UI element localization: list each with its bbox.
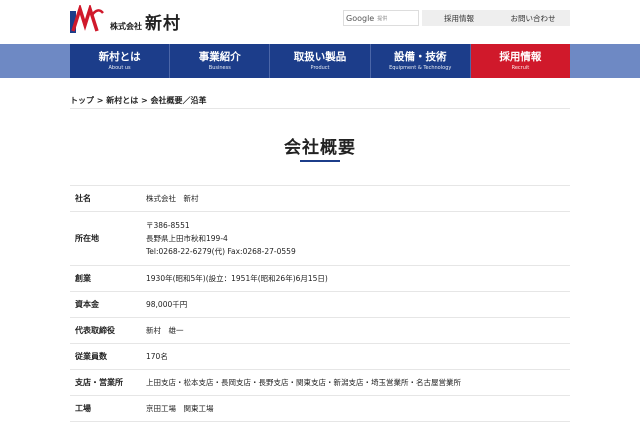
nav-sublabel: Equipment & Technology bbox=[389, 64, 452, 71]
nav-item-product[interactable]: 取扱い製品 Product bbox=[270, 44, 371, 78]
row-value: 上田支店・松本支店・長岡支店・長野支店・関東支店・新潟支店・埼玉営業所・名古屋営… bbox=[142, 370, 570, 395]
table-row: 創業 1930年(昭和5年)(設立：1951年(昭和26年)6月15日) bbox=[70, 266, 570, 292]
row-value-line: 170名 bbox=[146, 352, 168, 361]
table-row: 資本金 98,000千円 bbox=[70, 292, 570, 318]
nav-label: 取扱い製品 bbox=[293, 50, 347, 63]
row-value-line: 〒386-8551 bbox=[146, 221, 190, 230]
row-label: 所在地 bbox=[75, 234, 99, 243]
nav-label: 採用情報 bbox=[499, 50, 542, 63]
nav-sublabel: Product bbox=[310, 64, 330, 71]
row-value-line: 株式会社 新村 bbox=[146, 194, 199, 203]
nav-label: 事業紹介 bbox=[198, 50, 241, 63]
row-value: 〒386-8551 長野県上田市秋和199-4 Tel:0268-22-6279… bbox=[142, 212, 570, 265]
nav-label: 設備・技術 bbox=[393, 50, 447, 63]
table-row: 社名 株式会社 新村 bbox=[70, 186, 570, 212]
row-label: 社名 bbox=[75, 194, 91, 203]
table-row: 支店・営業所 上田支店・松本支店・長岡支店・長野支店・関東支店・新潟支店・埼玉営… bbox=[70, 370, 570, 396]
nav-item-recruit[interactable]: 採用情報 Recruit bbox=[470, 44, 571, 78]
company-name[interactable]: 株式会社 新村 bbox=[110, 9, 181, 34]
nav-edge-right bbox=[570, 44, 640, 78]
page-title: 会社概要 bbox=[284, 138, 356, 158]
row-value: 98,000千円 bbox=[142, 292, 570, 317]
row-value-line: 1930年(昭和5年)(設立：1951年(昭和26年)6月15日) bbox=[146, 274, 328, 283]
contact-link[interactable]: お問い合わせ bbox=[496, 10, 570, 26]
row-label: 創業 bbox=[75, 274, 91, 283]
company-prefix: 株式会社 bbox=[110, 22, 142, 31]
nav-sublabel: Business bbox=[208, 64, 231, 71]
row-value-line: Tel:0268-22-6279(代) Fax:0268-27-0559 bbox=[146, 247, 296, 256]
row-label: 資本金 bbox=[75, 300, 99, 309]
google-brand-label: Google bbox=[346, 13, 375, 23]
site-header: 株式会社 新村 Google 提供 採用情報 お問い合わせ bbox=[0, 0, 640, 44]
recruit-link[interactable]: 採用情報 bbox=[422, 10, 496, 26]
row-label: 従業員数 bbox=[75, 352, 107, 361]
row-label: 支店・営業所 bbox=[75, 378, 123, 387]
row-value: 170名 bbox=[142, 344, 570, 369]
row-value-line: 新村 雄一 bbox=[146, 326, 184, 335]
site-search-input[interactable]: Google 提供 bbox=[343, 10, 419, 26]
row-value-line: 上田支店・松本支店・長岡支店・長野支店・関東支店・新潟支店・埼玉営業所・名古屋営… bbox=[146, 378, 461, 387]
row-label: 代表取締役 bbox=[75, 326, 115, 335]
search-provider-label: 提供 bbox=[377, 15, 388, 22]
row-value: 1930年(昭和5年)(設立：1951年(昭和26年)6月15日) bbox=[142, 266, 570, 291]
company-title: 新村 bbox=[145, 14, 181, 34]
nav-edge-left bbox=[0, 44, 70, 78]
nav-item-about[interactable]: 新村とは About us bbox=[70, 44, 171, 78]
breadcrumb[interactable]: トップ > 新村とは > 会社概要／沿革 bbox=[70, 95, 207, 106]
row-value-line: 98,000千円 bbox=[146, 300, 188, 309]
title-underline bbox=[300, 160, 340, 162]
row-value: 株式会社 新村 bbox=[142, 186, 570, 211]
nav-sublabel: About us bbox=[108, 64, 131, 71]
row-value-line: 長野県上田市秋和199-4 bbox=[146, 234, 228, 243]
nav-item-equipment[interactable]: 設備・技術 Equipment & Technology bbox=[371, 44, 471, 78]
table-row: 所在地 〒386-8551 長野県上田市秋和199-4 Tel:0268-22-… bbox=[70, 212, 570, 266]
company-profile-table: 社名 株式会社 新村 所在地 〒386-8551 長野県上田市秋和199-4 T… bbox=[70, 185, 570, 422]
table-row: 代表取締役 新村 雄一 bbox=[70, 318, 570, 344]
nav-label: 新村とは bbox=[98, 50, 141, 63]
row-value: 新村 雄一 bbox=[142, 318, 570, 343]
row-value-line: 京田工場 関東工場 bbox=[146, 404, 214, 413]
nav-item-business[interactable]: 事業紹介 Business bbox=[170, 44, 271, 78]
table-row: 従業員数 170名 bbox=[70, 344, 570, 370]
company-logo[interactable] bbox=[70, 5, 104, 33]
main-navigation: 新村とは About us 事業紹介 Business 取扱い製品 Produc… bbox=[0, 44, 640, 78]
breadcrumb-divider bbox=[70, 108, 570, 109]
nav-sublabel: Recruit bbox=[511, 64, 530, 71]
